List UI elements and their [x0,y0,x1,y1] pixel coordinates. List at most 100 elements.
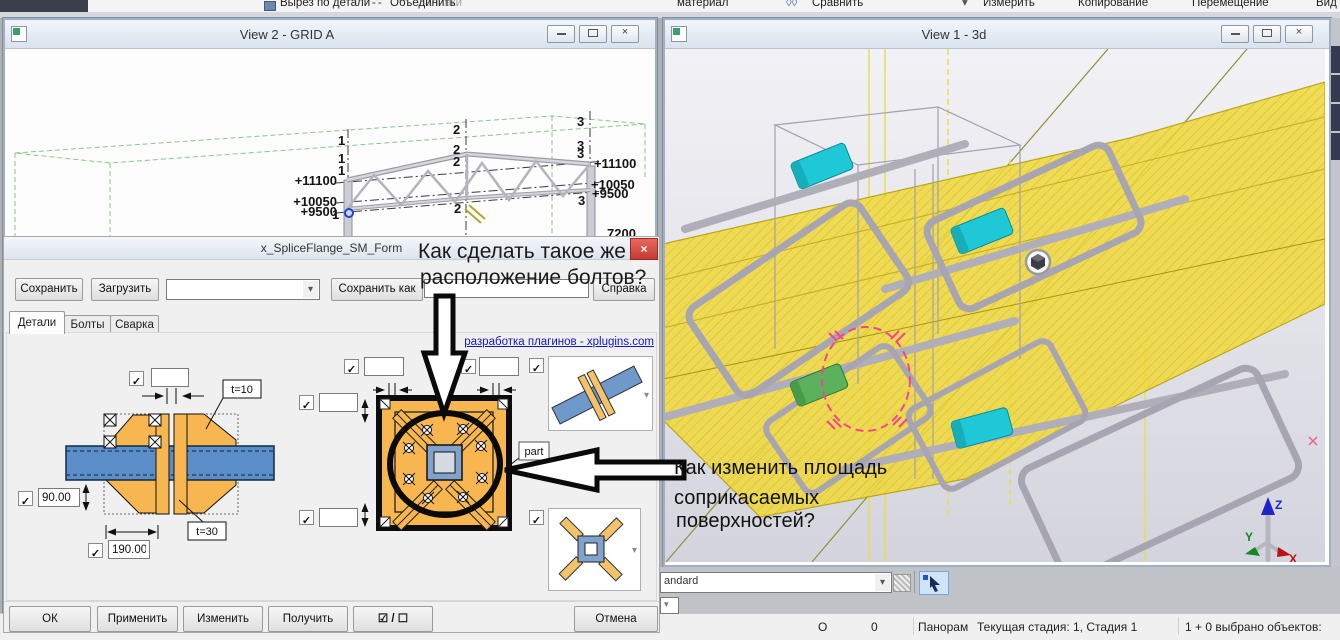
check-icon: ✓ [464,364,473,376]
svg-text:2: 2 [454,201,461,216]
settings-combo[interactable]: ▾ [166,279,320,300]
save-button[interactable]: Сохранить [15,278,83,301]
help-button[interactable]: Справка [593,278,655,301]
stiffener-preview-icon [549,509,638,588]
plate-dim-field[interactable] [319,508,358,527]
dialog-title: x_SpliceFlange_SM_Form [261,241,402,255]
dim-90-field[interactable] [38,488,80,507]
axis-y-label: Y [1245,530,1253,544]
toolbar-item-cut[interactable]: Вырез по детали [280,0,370,12]
rotation-center-icon[interactable] [1026,250,1050,274]
ok-button[interactable]: ОК [9,606,91,632]
gap-field[interactable] [151,368,189,387]
select-cursor-button[interactable] [919,571,949,595]
restore-button[interactable] [1253,25,1281,43]
grid-view-title: View 2 - GRID A [27,27,547,42]
checkbox[interactable]: ✓ [461,359,476,374]
workplane-symbol [465,209,481,223]
minimize-button[interactable] [547,25,575,43]
plate-dim-field[interactable] [319,393,358,412]
toolbar-item-copy[interactable]: Копирование [1078,0,1148,12]
hatch-toggle-button[interactable] [893,574,911,592]
check-icon: ✓ [532,363,541,375]
get-button[interactable]: Получить [268,606,348,632]
apply-button[interactable]: Применить [97,606,178,632]
load-button[interactable]: Загрузить [91,278,159,301]
plate-dim-field[interactable] [479,357,519,376]
save-as-button[interactable]: Сохранить как [331,278,423,301]
check-icon: ✓ [91,548,100,560]
plate-dim-field[interactable] [364,357,404,376]
stiffener-layout-preview[interactable]: ▾ [548,508,641,591]
checkbox[interactable]: ✓ [344,359,359,374]
svg-text:t=30: t=30 [196,526,218,538]
close-button[interactable]: × [611,25,639,43]
svg-text:+9500: +9500 [592,186,629,201]
svg-text:3: 3 [577,114,584,129]
status-zero: 0 [871,620,878,634]
dropdown-arrow-icon[interactable]: ▾ [303,281,318,298]
check-icon: ✓ [347,364,356,376]
axis-z-label: Z [1275,498,1282,512]
checkbox[interactable]: ✓ [299,510,314,525]
bolt-plate-diagram: part [365,383,549,530]
view-window-icon [671,26,687,42]
check-icon: ✓ [302,400,311,412]
toolbar-item-merge[interactable]: Объединить [390,0,456,12]
view-3d-titlebar[interactable]: View 1 - 3d × [665,20,1329,49]
svg-text:3: 3 [578,193,585,208]
svg-text:3: 3 [577,146,584,161]
dropdown-arrow-icon[interactable]: ▾ [875,574,890,591]
svg-text:1: 1 [338,163,345,178]
svg-text:2: 2 [453,122,460,137]
check-icon: ✓ [132,376,141,388]
svg-text:+9500: +9500 [300,204,337,219]
toolbar-item-material[interactable]: материал [677,0,729,12]
axis-x-label: X [1289,552,1297,562]
restore-button[interactable] [579,25,607,43]
dropdown-arrow-icon: ▾ [664,599,669,610]
save-as-name-input[interactable] [424,279,589,298]
svg-text:t=10: t=10 [231,384,253,396]
gap-dimension [142,388,204,404]
toolbar-item-view[interactable]: Вид [1316,0,1337,12]
mini-combo[interactable]: ▾ [660,597,679,614]
checkbox[interactable]: ✓ [18,491,33,506]
selected-node-marker [345,209,353,217]
dropdown-arrow-icon[interactable]: ▾ [962,0,968,12]
check-icon: ✓ [21,496,30,508]
tab-details[interactable]: Детали [9,311,65,334]
minimize-button[interactable] [1221,25,1249,43]
toolbar-item-measure[interactable]: Измерить [983,0,1035,12]
chevron-down-icon[interactable]: ▾ [632,545,637,556]
dialog-titlebar[interactable]: x_SpliceFlange_SM_Form × [4,237,659,260]
checkbox[interactable]: ✓ [88,543,103,558]
view-3d-title: View 1 - 3d [687,27,1221,42]
grid-view-titlebar[interactable]: View 2 - GRID A × [5,20,655,49]
dim-190-field[interactable] [108,540,150,559]
checkbox[interactable]: ✓ [529,510,544,525]
combo-value: andard [664,575,698,587]
chevron-down-icon[interactable]: ▾ [644,390,649,401]
model-3d-canvas[interactable]: Z Y X [665,49,1325,562]
toolbar-item-compare[interactable]: Сравнить [812,0,863,12]
connection-type-preview[interactable]: ▾ [548,356,653,431]
splice-preview-icon [549,357,650,428]
window-3d-view: View 1 - 3d × [663,18,1331,567]
compare-droplets-icon: ◊◊ [786,0,797,12]
toggle-all-checkboxes-button[interactable]: ☑ / ☐ [353,606,433,632]
cancel-button[interactable]: Отмена [574,606,658,632]
selection-filter-combo[interactable]: andard ▾ [660,572,892,593]
modify-button[interactable]: Изменить [183,606,263,632]
checkbox[interactable]: ✓ [529,358,544,373]
checkbox[interactable]: ✓ [129,371,144,386]
part-label: part [506,442,549,468]
close-button[interactable]: × [1285,25,1313,43]
truss[interactable] [344,154,595,237]
cursor-icon [920,572,946,592]
toolbar-item-move[interactable]: Перемещение [1192,0,1269,12]
separator [914,571,915,593]
checkbox[interactable]: ✓ [299,395,314,410]
svg-text:2: 2 [453,154,460,169]
close-button[interactable]: × [630,238,658,260]
